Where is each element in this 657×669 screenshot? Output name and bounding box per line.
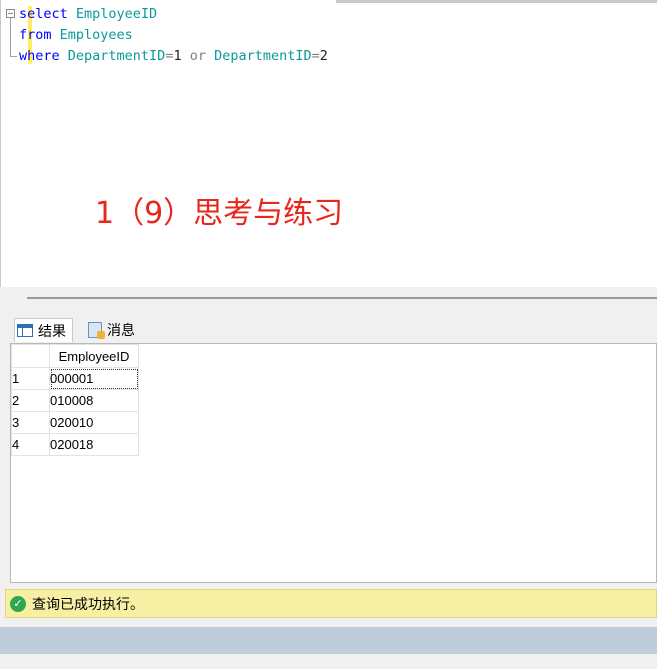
row-number[interactable]: 3 [11, 411, 50, 434]
results-table: EmployeeID 1 000001 2 010008 3 020010 4 … [11, 344, 139, 456]
code-line-from[interactable]: from Employees [19, 25, 133, 46]
fold-guide-line [10, 18, 11, 56]
table-row: 1 000001 [11, 367, 139, 390]
code-line-where[interactable]: where DepartmentID=1 or DepartmentID=2 [19, 46, 328, 67]
identifier-employees: Employees [51, 27, 133, 43]
editor-top-border [336, 0, 657, 3]
grid-corner-cell[interactable] [11, 344, 50, 368]
results-tab-strip: 结果 消息 [0, 315, 657, 343]
row-number[interactable]: 1 [11, 367, 50, 390]
tab-results-label: 结果 [38, 323, 66, 340]
window-status-band [0, 627, 657, 654]
number-literal-2: 2 [319, 48, 328, 64]
tab-messages-label: 消息 [107, 323, 135, 339]
column-header-employeeid[interactable]: EmployeeID [49, 344, 139, 368]
success-check-icon: ✓ [10, 595, 26, 612]
keyword-select: select [19, 6, 68, 22]
cell-employeeid[interactable]: 000001 [49, 367, 139, 390]
identifier-departmentid-2: DepartmentID [214, 48, 312, 64]
tab-messages[interactable]: 消息 [88, 319, 135, 341]
cell-employeeid[interactable]: 010008 [49, 389, 139, 412]
fold-guide-end [10, 56, 17, 57]
number-literal-1: 1 [173, 48, 182, 64]
row-number[interactable]: 4 [11, 433, 50, 456]
table-row: 4 020018 [11, 433, 139, 456]
identifier-departmentid-1: DepartmentID [59, 48, 166, 64]
cell-employeeid[interactable]: 020018 [49, 433, 139, 456]
sql-editor[interactable]: − select EmployeeID from Employees where… [0, 0, 657, 296]
collapse-region-icon[interactable]: − [6, 9, 15, 18]
identifier-employeeid: EmployeeID [67, 6, 158, 22]
cell-employeeid[interactable]: 020010 [49, 411, 139, 434]
operator-or: or [181, 48, 215, 64]
keyword-where: where [19, 48, 60, 64]
pane-splitter[interactable] [27, 297, 657, 299]
status-text: 查询已成功执行。 [32, 596, 144, 613]
editor-horizontal-scroll-area[interactable] [0, 287, 657, 313]
keyword-from: from [19, 27, 52, 43]
operator-equals-2: = [311, 48, 320, 64]
tab-results[interactable]: 结果 [14, 318, 73, 342]
annotation-text: 1（9）思考与练习 [95, 196, 344, 231]
row-number[interactable]: 2 [11, 389, 50, 412]
results-grid[interactable]: EmployeeID 1 000001 2 010008 3 020010 4 … [10, 343, 657, 583]
table-row: 2 010008 [11, 389, 139, 412]
messages-icon [88, 322, 105, 339]
table-row: 3 020010 [11, 411, 139, 434]
query-status-bar: ✓ 查询已成功执行。 [5, 589, 657, 618]
code-line-select[interactable]: select EmployeeID [19, 4, 157, 25]
header-row: EmployeeID [11, 344, 139, 368]
grid-icon [17, 324, 33, 337]
